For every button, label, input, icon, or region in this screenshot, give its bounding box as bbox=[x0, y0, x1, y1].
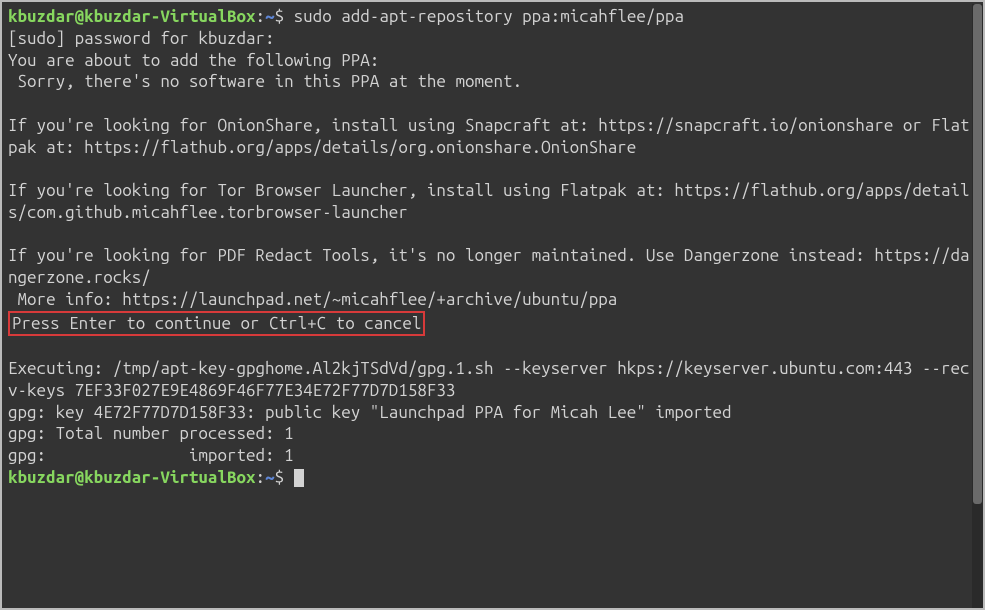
output-line: [sudo] password for kbuzdar: bbox=[8, 29, 275, 48]
output-line: gpg: imported: 1 bbox=[8, 446, 294, 465]
scrollbar-thumb[interactable] bbox=[973, 4, 982, 504]
prompt-dollar: $ bbox=[275, 468, 285, 487]
prompt-userhost: kbuzdar@kbuzdar-VirtualBox bbox=[8, 7, 256, 26]
prompt-line-2: kbuzdar@kbuzdar-VirtualBox:~$ bbox=[8, 468, 304, 487]
output-line: gpg: key 4E72F77D7D158F33: public key "L… bbox=[8, 403, 732, 422]
output-line: You are about to add the following PPA: bbox=[8, 51, 379, 70]
command-text bbox=[284, 468, 294, 487]
prompt-dollar: $ bbox=[275, 7, 285, 26]
cursor-icon bbox=[294, 469, 304, 487]
prompt-path: ~ bbox=[265, 468, 275, 487]
output-line: gpg: Total number processed: 1 bbox=[8, 424, 294, 443]
prompt-line-1: kbuzdar@kbuzdar-VirtualBox:~$ sudo add-a… bbox=[8, 7, 684, 26]
command-text: sudo add-apt-repository ppa:micahflee/pp… bbox=[284, 7, 684, 26]
output-line: If you're looking for OnionShare, instal… bbox=[8, 116, 970, 157]
prompt-path: ~ bbox=[265, 7, 275, 26]
output-line: If you're looking for Tor Browser Launch… bbox=[8, 181, 970, 222]
output-line: Executing: /tmp/apt-key-gpghome.Al2kjTSd… bbox=[8, 359, 970, 400]
output-line: If you're looking for PDF Redact Tools, … bbox=[8, 246, 970, 287]
prompt-userhost: kbuzdar@kbuzdar-VirtualBox bbox=[8, 468, 256, 487]
instruction-text: Press Enter to continue or Ctrl+C to can… bbox=[12, 314, 421, 333]
terminal-output[interactable]: kbuzdar@kbuzdar-VirtualBox:~$ sudo add-a… bbox=[2, 2, 983, 493]
prompt-sep: : bbox=[256, 468, 266, 487]
prompt-sep: : bbox=[256, 7, 266, 26]
highlighted-instruction: Press Enter to continue or Ctrl+C to can… bbox=[8, 311, 425, 337]
output-line: More info: https://launchpad.net/~micahf… bbox=[8, 290, 617, 309]
scrollbar-vertical[interactable] bbox=[972, 4, 983, 608]
output-line: Sorry, there's no software in this PPA a… bbox=[8, 72, 522, 91]
